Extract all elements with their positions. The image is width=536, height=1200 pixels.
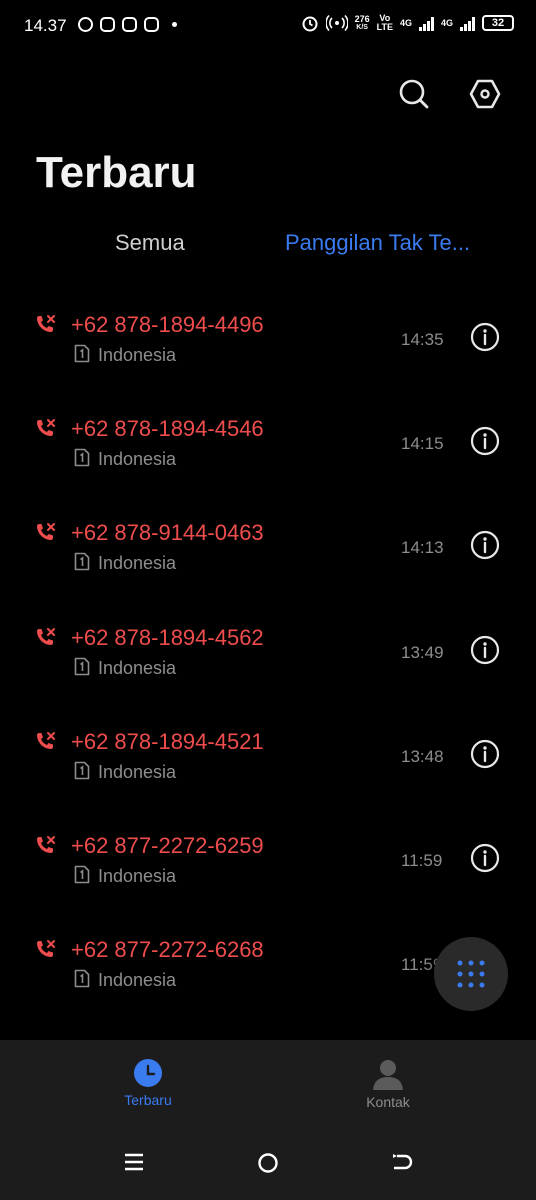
notification-icons xyxy=(78,17,177,32)
caller-number: +62 878-1894-4546 xyxy=(71,416,264,442)
call-log-row[interactable]: +62 877-2272-6259 Indonesia 11:59 xyxy=(0,807,536,911)
call-location: Indonesia xyxy=(98,865,177,886)
nav-contacts[interactable]: Kontak xyxy=(328,1058,448,1110)
info-icon[interactable] xyxy=(470,739,500,769)
call-location: Indonesia xyxy=(98,553,177,574)
sim2-network-label: 4G xyxy=(440,17,453,28)
info-icon[interactable] xyxy=(470,843,500,873)
tab-all[interactable]: Semua xyxy=(115,230,185,256)
call-time: 14:15 xyxy=(401,434,444,454)
sim-card-icon xyxy=(74,344,90,363)
system-navigation-bar xyxy=(0,1120,536,1200)
page-title: Terbaru xyxy=(36,148,197,197)
sim-card-icon xyxy=(74,448,90,467)
whatsapp-icon xyxy=(78,17,93,32)
settings-icon[interactable] xyxy=(467,76,503,112)
signal-icon xyxy=(460,15,475,31)
info-icon[interactable] xyxy=(470,426,500,456)
nav-recent[interactable]: Terbaru xyxy=(88,1058,208,1108)
shop-icon xyxy=(144,17,159,32)
status-time: 14.37 xyxy=(24,16,67,35)
call-log-list: +62 878-1894-4496 Indonesia 14:35 +62 87… xyxy=(0,286,536,1015)
missed-call-icon xyxy=(37,419,55,437)
search-icon[interactable] xyxy=(396,76,432,112)
missed-call-icon xyxy=(37,835,55,853)
sim-card-icon xyxy=(74,553,90,571)
instagram-icon xyxy=(122,17,137,32)
call-location: Indonesia xyxy=(98,761,177,782)
caller-number: +62 877-2272-6268 xyxy=(71,937,264,963)
person-icon xyxy=(373,1060,403,1090)
tab-missed-calls[interactable]: Panggilan Tak Te... xyxy=(285,230,485,256)
sim1-network-label: 4G xyxy=(399,17,412,28)
call-time: 14:35 xyxy=(401,330,444,349)
call-time: 13:48 xyxy=(401,746,444,766)
more-notifications-icon xyxy=(172,22,177,27)
menu-icon[interactable] xyxy=(124,1152,144,1172)
status-indicators: 276 K/S Vo LTE 4G 4G 32 xyxy=(301,14,514,32)
missed-call-icon xyxy=(37,731,55,749)
caller-number: +62 878-1894-4521 xyxy=(71,728,264,754)
caller-number: +62 878-1894-4562 xyxy=(71,624,264,650)
missed-call-icon xyxy=(37,627,55,645)
sim-card-icon xyxy=(74,969,90,988)
missed-call-icon xyxy=(37,315,55,332)
hotspot-icon xyxy=(325,14,348,32)
alarm-icon xyxy=(302,16,318,32)
clock-icon xyxy=(134,1059,162,1087)
call-log-row[interactable]: +62 878-1894-4546 Indonesia 14:15 xyxy=(0,390,536,494)
sim-card-icon xyxy=(74,865,90,884)
home-icon[interactable] xyxy=(257,1152,279,1174)
info-icon[interactable] xyxy=(470,322,500,352)
net-speed: 276 K/S xyxy=(354,13,370,31)
missed-call-icon xyxy=(37,940,55,958)
caller-number: +62 878-1894-4496 xyxy=(71,312,264,337)
dialpad-icon xyxy=(457,960,485,988)
volte-indicator: Vo LTE xyxy=(376,13,393,32)
call-location: Indonesia xyxy=(98,345,177,365)
call-location: Indonesia xyxy=(98,657,177,678)
nav-contacts-label: Kontak xyxy=(366,1094,410,1110)
bottom-navigation: Terbaru Kontak xyxy=(0,1040,536,1120)
battery-icon: 32 xyxy=(482,15,514,31)
info-icon[interactable] xyxy=(470,530,500,560)
call-log-row[interactable]: +62 878-1894-4562 Indonesia 13:49 xyxy=(0,599,536,703)
call-time: 14:13 xyxy=(401,538,444,558)
status-bar: 14.37 276 K/S Vo LTE 4G 4G 32 xyxy=(0,0,536,54)
signal-icon xyxy=(418,15,434,31)
caller-number: +62 878-9144-0463 xyxy=(71,520,264,546)
caller-number: +62 877-2272-6259 xyxy=(71,832,264,858)
call-log-row[interactable]: +62 878-1894-4521 Indonesia 13:48 xyxy=(0,703,536,807)
call-log-row[interactable]: +62 878-9144-0463 Indonesia 14:13 xyxy=(0,494,536,598)
call-location: Indonesia xyxy=(98,449,177,470)
call-time: 11:59 xyxy=(401,850,443,870)
back-icon[interactable] xyxy=(390,1152,414,1174)
call-location: Indonesia xyxy=(98,970,177,991)
discord-icon xyxy=(100,17,115,32)
dialpad-button[interactable] xyxy=(434,937,508,1011)
call-log-row[interactable]: +62 878-1894-4496 Indonesia 14:35 xyxy=(0,286,536,390)
sim-card-icon xyxy=(74,761,90,780)
missed-call-icon xyxy=(37,523,55,541)
sim-card-icon xyxy=(74,657,90,675)
call-time: 13:49 xyxy=(401,642,444,662)
nav-recent-label: Terbaru xyxy=(124,1092,172,1108)
info-icon[interactable] xyxy=(470,635,500,665)
